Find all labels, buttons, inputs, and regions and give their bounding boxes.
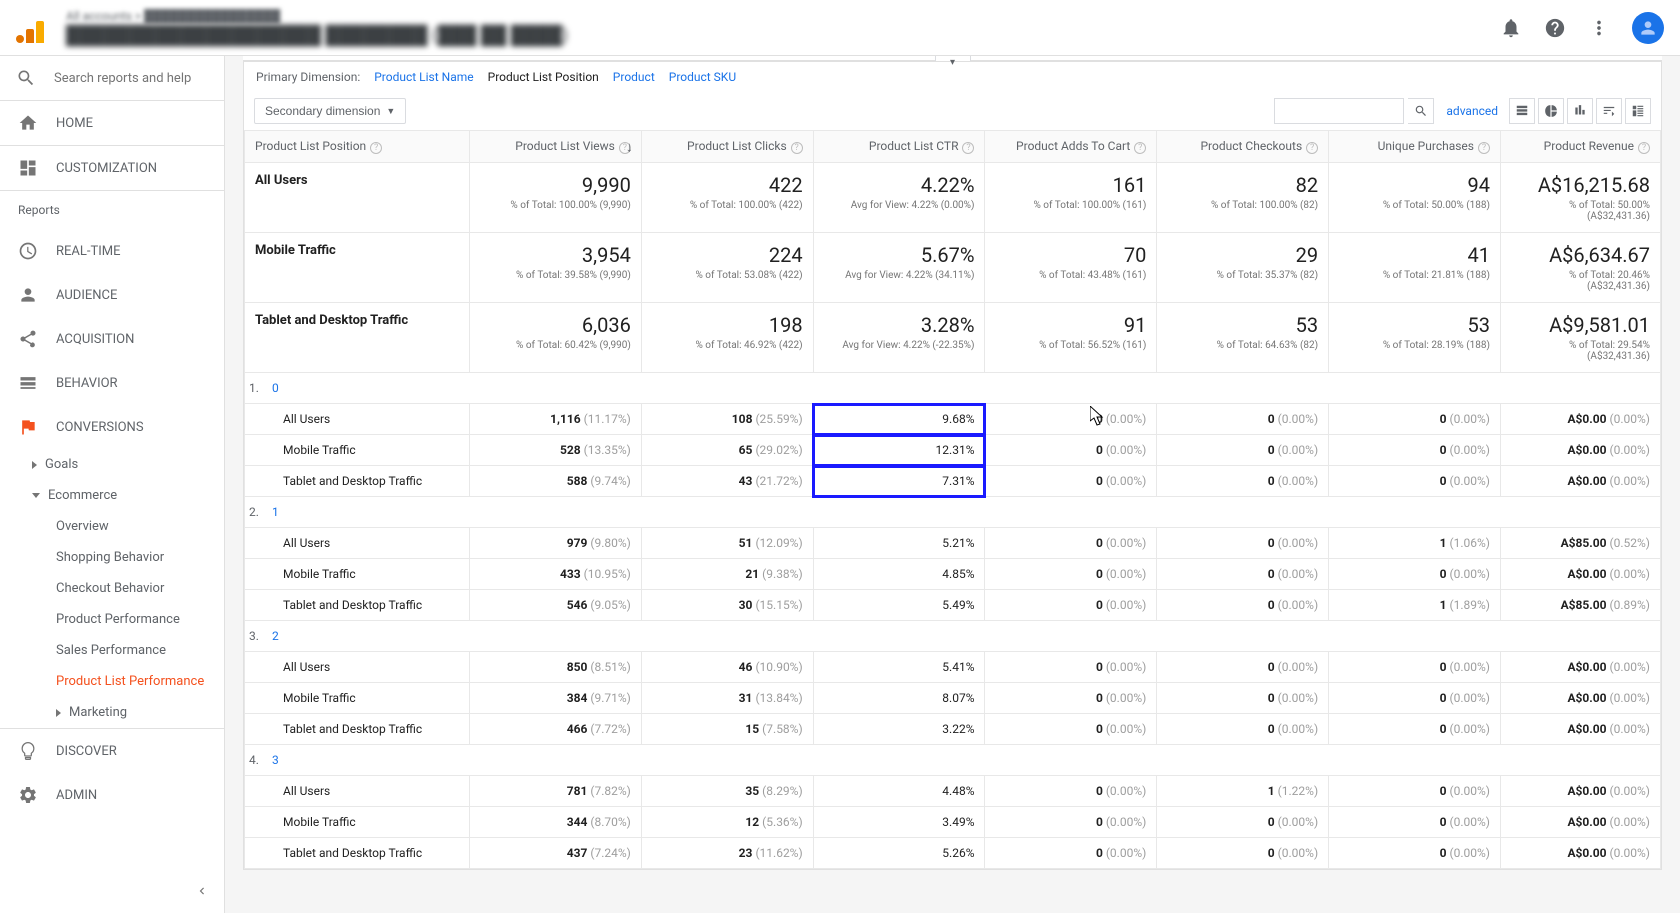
search-icon: [16, 68, 36, 88]
share-icon: [18, 329, 38, 349]
view-data-table-icon[interactable]: [1509, 98, 1535, 124]
position-link[interactable]: 0: [272, 381, 279, 395]
col-views[interactable]: Product List Views?↓: [470, 131, 642, 163]
advanced-filter-link[interactable]: advanced: [1446, 104, 1498, 118]
summary-row: Mobile Traffic 3,954% of Total: 39.58% (…: [245, 233, 1661, 303]
position-link[interactable]: 1: [272, 505, 279, 519]
table-row: Mobile Traffic 344 (8.70%) 12 (5.36%) 3.…: [245, 807, 1661, 838]
view-title[interactable]: ████████████████████ ████████ (███ ██ ██…: [66, 25, 1500, 46]
table-row: Mobile Traffic 433 (10.95%) 21 (9.38%) 4…: [245, 559, 1661, 590]
person-icon: [18, 285, 38, 305]
flag-icon: [18, 417, 38, 437]
position-link[interactable]: 2: [272, 629, 279, 643]
table-row: All Users 979 (9.80%) 51 (12.09%) 5.21% …: [245, 528, 1661, 559]
position-link[interactable]: 3: [272, 753, 279, 767]
col-purchases[interactable]: Unique Purchases?: [1329, 131, 1501, 163]
group-header-row: 1. 0: [245, 373, 1661, 404]
secondary-dimension-button[interactable]: Secondary dimension ▼: [254, 98, 406, 124]
collapse-sidebar-button[interactable]: [190, 879, 214, 903]
summary-row: All Users 9,990% of Total: 100.00% (9,99…: [245, 163, 1661, 233]
user-avatar[interactable]: [1632, 12, 1664, 44]
table-row: All Users 781 (7.82%) 35 (8.29%) 4.48% 0…: [245, 776, 1661, 807]
table-row: Tablet and Desktop Traffic 466 (7.72%) 1…: [245, 714, 1661, 745]
group-header-row: 2. 1: [245, 497, 1661, 528]
nav-ecommerce[interactable]: Ecommerce: [0, 480, 224, 511]
gear-icon: [18, 785, 38, 805]
dashboard-icon: [18, 158, 38, 178]
group-header-row: 4. 3: [245, 745, 1661, 776]
nav-home[interactable]: HOME: [0, 101, 224, 145]
table-row: Tablet and Desktop Traffic 546 (9.05%) 3…: [245, 590, 1661, 621]
home-icon: [18, 113, 38, 133]
main-content: ▾ Primary Dimension: Product List Name P…: [225, 56, 1680, 913]
table-search-button[interactable]: [1408, 98, 1434, 124]
view-pie-icon[interactable]: [1538, 98, 1564, 124]
col-clicks[interactable]: Product List Clicks?: [641, 131, 813, 163]
breadcrumb[interactable]: All accounts > ████████████████: [66, 9, 1500, 23]
view-pivot-icon[interactable]: [1625, 98, 1651, 124]
clock-icon: [18, 241, 38, 261]
dim-product-sku[interactable]: Product SKU: [669, 70, 736, 84]
reports-section-label: Reports: [0, 191, 224, 229]
col-ctr[interactable]: Product List CTR?: [813, 131, 985, 163]
nav-acquisition[interactable]: ACQUISITION: [0, 317, 224, 361]
col-revenue[interactable]: Product Revenue?: [1501, 131, 1661, 163]
table-row: All Users 1,116 (11.17%) 108 (25.59%) 9.…: [245, 404, 1661, 435]
behavior-icon: [18, 373, 38, 393]
bulb-icon: [18, 741, 38, 761]
nav-admin[interactable]: ADMIN: [0, 773, 224, 817]
table-search-input[interactable]: [1274, 98, 1404, 124]
nav-shopping-behavior[interactable]: Shopping Behavior: [0, 542, 224, 573]
col-position[interactable]: Product List Position?: [245, 131, 470, 163]
nav-discover[interactable]: DISCOVER: [0, 729, 224, 773]
nav-audience[interactable]: AUDIENCE: [0, 273, 224, 317]
col-adds[interactable]: Product Adds To Cart?: [985, 131, 1157, 163]
nav-product-performance[interactable]: Product Performance: [0, 604, 224, 635]
dim-product-list-position[interactable]: Product List Position: [488, 70, 599, 84]
nav-behavior[interactable]: BEHAVIOR: [0, 361, 224, 405]
more-vert-icon[interactable]: [1588, 17, 1610, 39]
nav-sales-performance[interactable]: Sales Performance: [0, 635, 224, 666]
data-table: Product List Position? Product List View…: [244, 130, 1661, 869]
nav-checkout-behavior[interactable]: Checkout Behavior: [0, 573, 224, 604]
dim-product[interactable]: Product: [613, 70, 655, 84]
search-reports[interactable]: Search reports and help: [0, 56, 224, 100]
table-row: All Users 850 (8.51%) 46 (10.90%) 5.41% …: [245, 652, 1661, 683]
notifications-icon[interactable]: [1500, 17, 1522, 39]
nav-goals[interactable]: Goals: [0, 449, 224, 480]
nav-conversions[interactable]: CONVERSIONS: [0, 405, 224, 449]
nav-marketing[interactable]: Marketing: [0, 697, 224, 728]
table-row: Mobile Traffic 528 (13.35%) 65 (29.02%) …: [245, 435, 1661, 466]
table-row: Mobile Traffic 384 (9.71%) 31 (13.84%) 8…: [245, 683, 1661, 714]
app-header: All accounts > ████████████████ ████████…: [0, 0, 1680, 56]
nav-product-list-performance[interactable]: Product List Performance: [0, 666, 224, 697]
view-performance-icon[interactable]: [1567, 98, 1593, 124]
ga-logo-icon: [16, 13, 46, 43]
group-header-row: 3. 2: [245, 621, 1661, 652]
sidebar: Search reports and help HOME CUSTOMIZATI…: [0, 56, 225, 913]
nav-overview[interactable]: Overview: [0, 511, 224, 542]
nav-customization[interactable]: CUSTOMIZATION: [0, 146, 224, 190]
col-checkouts[interactable]: Product Checkouts?: [1157, 131, 1329, 163]
table-row: Tablet and Desktop Traffic 437 (7.24%) 2…: [245, 838, 1661, 869]
help-icon[interactable]: [1544, 17, 1566, 39]
view-comparison-icon[interactable]: [1596, 98, 1622, 124]
nav-realtime[interactable]: REAL-TIME: [0, 229, 224, 273]
dim-product-list-name[interactable]: Product List Name: [374, 70, 473, 84]
summary-row: Tablet and Desktop Traffic 6,036% of Tot…: [245, 303, 1661, 373]
table-row: Tablet and Desktop Traffic 588 (9.74%) 4…: [245, 466, 1661, 497]
